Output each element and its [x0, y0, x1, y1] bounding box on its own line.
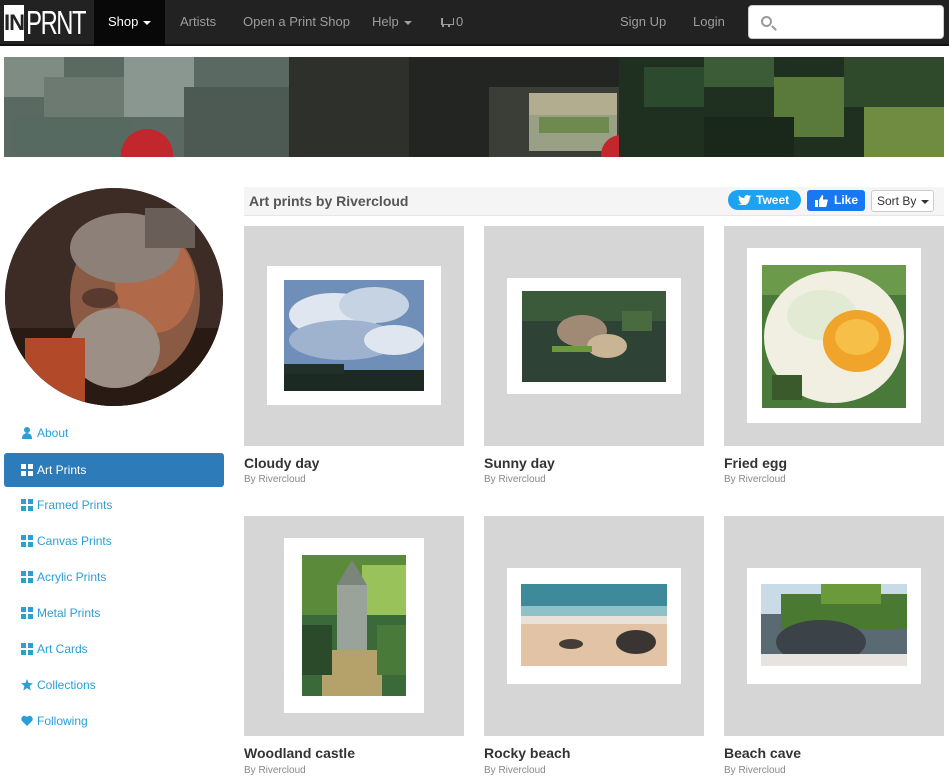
- sidebar-item-label: Following: [37, 714, 88, 728]
- banner-artwork: [4, 57, 944, 157]
- print-mat: [747, 248, 921, 423]
- sort-label: Sort By: [877, 194, 917, 208]
- chevron-down-icon: [921, 199, 930, 204]
- product-title[interactable]: Fried egg: [724, 455, 787, 471]
- nav-sign-up[interactable]: Sign Up: [620, 0, 666, 46]
- fried-egg-artwork: [762, 265, 906, 408]
- search-input[interactable]: [748, 5, 944, 39]
- heart-icon: [21, 715, 33, 726]
- rocky-beach-artwork: [521, 584, 667, 666]
- page-title: Art prints by Rivercloud: [249, 193, 409, 209]
- product-artist[interactable]: By Rivercloud: [484, 765, 546, 776]
- like-label: Like: [834, 193, 859, 207]
- product-title[interactable]: Rocky beach: [484, 745, 570, 761]
- sidebar-item-label: About: [37, 426, 69, 440]
- sidebar-item-collections[interactable]: Collections: [4, 668, 224, 702]
- nav-help-dropdown[interactable]: Help: [372, 0, 412, 46]
- print-mat: [747, 568, 921, 684]
- product-artist[interactable]: By Rivercloud: [724, 474, 786, 485]
- product-card-image[interactable]: [244, 226, 464, 446]
- grid-icon: [21, 643, 33, 655]
- sidebar-item-label: Metal Prints: [37, 606, 101, 620]
- grid-icon: [21, 499, 33, 511]
- sidebar-item-about[interactable]: About: [4, 416, 224, 450]
- sort-by-dropdown[interactable]: Sort By: [871, 190, 934, 212]
- product-card-image[interactable]: [244, 516, 464, 736]
- sidebar-item-label: Art Prints: [37, 463, 87, 477]
- product-card-image[interactable]: [724, 226, 944, 446]
- product-title[interactable]: Cloudy day: [244, 455, 319, 471]
- product-artist[interactable]: By Rivercloud: [724, 765, 786, 776]
- nav-artists[interactable]: Artists: [180, 0, 216, 46]
- product-card-image[interactable]: [484, 516, 704, 736]
- cloudy-day-artwork: [284, 280, 424, 391]
- search-icon: [761, 16, 772, 27]
- chevron-down-icon: [403, 20, 412, 25]
- sidebar-item-label: Framed Prints: [37, 498, 113, 512]
- product-artist[interactable]: By Rivercloud: [244, 765, 306, 776]
- product-artist[interactable]: By Rivercloud: [244, 474, 306, 485]
- sidebar-item-following[interactable]: Following: [4, 704, 224, 738]
- cart-count: 0: [456, 14, 464, 29]
- sidebar-item-art-cards[interactable]: Art Cards: [4, 632, 224, 666]
- artist-avatar: [5, 188, 223, 406]
- product-title[interactable]: Woodland castle: [244, 745, 355, 761]
- sidebar-item-canvas-prints[interactable]: Canvas Prints: [4, 524, 224, 558]
- product-card-image[interactable]: [724, 516, 944, 736]
- print-mat: [267, 266, 441, 405]
- content-header: Art prints by Rivercloud Tweet Like Sort…: [244, 187, 944, 216]
- logo-in: IN: [4, 5, 25, 41]
- sidebar-item-acrylic-prints[interactable]: Acrylic Prints: [4, 560, 224, 594]
- logo-prnt: PRNT: [26, 4, 86, 41]
- nav-open-print-shop[interactable]: Open a Print Shop: [243, 0, 350, 46]
- grid-icon: [21, 464, 33, 476]
- sidebar-item-metal-prints[interactable]: Metal Prints: [4, 596, 224, 630]
- nav-shop-label: Shop: [108, 14, 139, 29]
- product-title[interactable]: Sunny day: [484, 455, 555, 471]
- avatar-artwork: [5, 188, 223, 406]
- product-artist[interactable]: By Rivercloud: [484, 474, 546, 485]
- beach-cave-artwork: [761, 584, 907, 666]
- sidebar-item-label: Art Cards: [37, 642, 88, 656]
- top-navbar: IN PRNT Shop Artists Open a Print Shop H…: [0, 0, 949, 46]
- like-button[interactable]: Like: [807, 190, 865, 211]
- woodland-castle-artwork: [302, 555, 406, 696]
- nav-help-label: Help: [372, 14, 399, 29]
- sidebar-item-label: Canvas Prints: [37, 534, 112, 548]
- tweet-label: Tweet: [756, 193, 790, 207]
- shop-banner: [4, 57, 944, 157]
- print-mat: [507, 278, 681, 394]
- thumbs-up-icon: [815, 195, 828, 207]
- sidebar-item-framed-prints[interactable]: Framed Prints: [4, 488, 224, 522]
- star-icon: [21, 679, 33, 691]
- product-card-image[interactable]: [484, 226, 704, 446]
- print-mat: [507, 568, 681, 684]
- grid-icon: [21, 607, 33, 619]
- user-icon: [21, 427, 33, 439]
- sunny-day-artwork: [522, 291, 666, 382]
- grid-icon: [21, 571, 33, 583]
- nav-shop-dropdown[interactable]: Shop: [94, 0, 166, 46]
- grid-icon: [21, 535, 33, 547]
- nav-cart[interactable]: 0: [440, 0, 463, 46]
- sidebar-item-label: Acrylic Prints: [37, 570, 107, 584]
- chevron-down-icon: [143, 20, 152, 25]
- product-title[interactable]: Beach cave: [724, 745, 801, 761]
- twitter-icon: [738, 195, 751, 205]
- cart-icon: [440, 17, 454, 28]
- sidebar-item-art-prints[interactable]: Art Prints: [4, 453, 224, 487]
- inprnt-logo[interactable]: IN PRNT: [4, 4, 87, 41]
- nav-login[interactable]: Login: [693, 0, 725, 46]
- tweet-button[interactable]: Tweet: [728, 190, 801, 210]
- sidebar-item-label: Collections: [37, 678, 96, 692]
- print-mat: [284, 538, 424, 713]
